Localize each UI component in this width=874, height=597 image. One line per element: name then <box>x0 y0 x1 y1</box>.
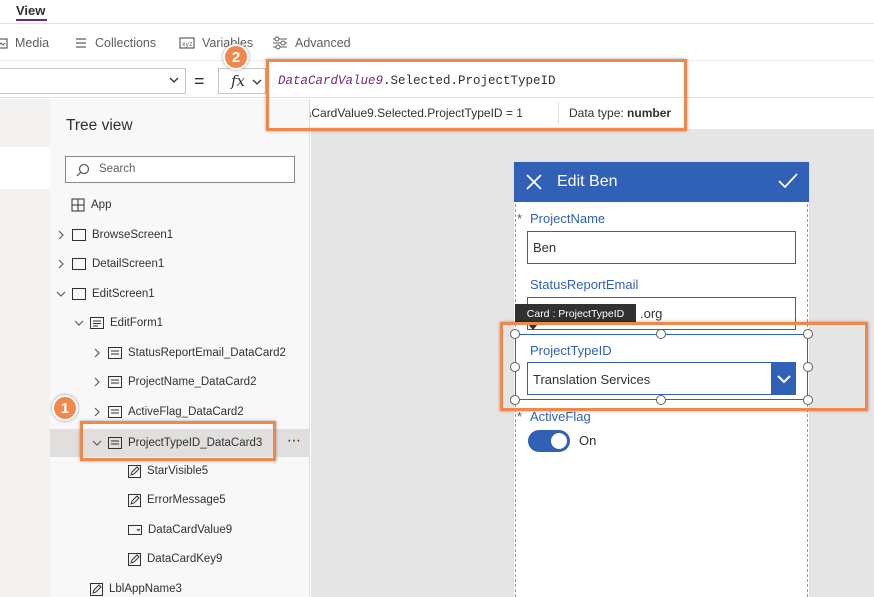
tree-node-label: EditScreen1 <box>92 288 155 300</box>
toggle-knob <box>551 433 567 449</box>
card-icon <box>108 406 122 418</box>
tree-node-label: DetailScreen1 <box>92 258 165 270</box>
label-edit-icon <box>128 464 141 478</box>
media-button[interactable]: Media <box>0 35 49 51</box>
chevron-right-icon <box>58 230 64 240</box>
label-edit-icon <box>90 582 103 596</box>
tree-node-label: LblAppName3 <box>109 583 182 595</box>
search-icon <box>76 163 90 177</box>
advanced-icon <box>273 36 287 50</box>
tree-node-editform1[interactable]: EditForm1 <box>72 313 163 333</box>
view-tab[interactable]: View <box>16 3 45 18</box>
ribbon: Media Collections xyz Variables Advanced <box>0 25 874 61</box>
card-icon <box>108 347 122 359</box>
property-dropdown[interactable] <box>0 68 186 94</box>
collections-button[interactable]: Collections <box>74 35 156 51</box>
active-flag-toggle[interactable] <box>528 430 570 452</box>
tree-node-label: App <box>91 199 112 211</box>
step-2-badge: 2 <box>223 44 249 70</box>
chevron-right-icon <box>58 259 64 269</box>
tree-view-title: Tree view <box>66 117 133 134</box>
tree-node-label: ProjectName_DataCard2 <box>128 376 257 388</box>
tree-node-statusreportemail-datacard2[interactable]: StatusReportEmail_DataCard2 <box>90 343 286 363</box>
chevron-down-icon <box>169 77 179 83</box>
label-edit-icon <box>128 552 141 566</box>
tree-node-label: StatusReportEmail_DataCard2 <box>128 347 286 359</box>
advanced-label: Advanced <box>295 36 351 50</box>
fx-icon: fx <box>231 72 246 90</box>
label-edit-icon <box>128 493 141 507</box>
chevron-right-icon <box>94 407 100 417</box>
left-rail-selected[interactable] <box>0 147 50 189</box>
media-icon <box>0 38 8 49</box>
status-email-label: StatusReportEmail <box>530 277 639 292</box>
variables-icon: xyz <box>179 37 195 49</box>
checkmark-icon[interactable] <box>778 173 798 189</box>
card-highlight-box <box>500 322 868 411</box>
tree-node-datacardvalue9[interactable]: DataCardValue9 <box>128 520 232 540</box>
screen-icon <box>72 229 86 241</box>
svg-text:xyz: xyz <box>182 41 192 48</box>
chevron-down-icon <box>252 79 262 85</box>
collections-label: Collections <box>95 36 157 50</box>
tree-node-label: DataCardKey9 <box>147 553 223 565</box>
fx-button[interactable]: fx <box>218 68 266 94</box>
chevron-down-icon <box>74 320 84 326</box>
formula-highlight-box <box>266 59 687 131</box>
view-tab-underline <box>16 19 47 21</box>
required-star: * <box>517 409 523 424</box>
screen-icon <box>72 258 86 270</box>
tree-view-pane: Tree view Search App BrowseScreen1 Detai… <box>50 99 310 597</box>
tree-node-label: DataCardValue9 <box>148 524 233 536</box>
search-placeholder: Search <box>99 163 136 175</box>
tree-node-detailscreen1[interactable]: DetailScreen1 <box>54 254 164 274</box>
tree-node-browsescreen1[interactable]: BrowseScreen1 <box>54 225 173 245</box>
card-tooltip: Card : ProjectTypeID <box>515 304 636 324</box>
app-icon <box>71 198 85 212</box>
card-icon <box>108 376 122 388</box>
dropdown-control-icon <box>128 525 142 535</box>
project-name-label: ProjectName <box>530 211 606 226</box>
tree-node-app[interactable]: App <box>71 195 111 215</box>
tree-node-datacardkey9[interactable]: DataCardKey9 <box>128 549 222 569</box>
active-flag-value: On <box>579 433 597 448</box>
tree-node-label: BrowseScreen1 <box>92 229 174 241</box>
tree-node-highlight-box <box>80 421 276 461</box>
chevron-down-icon <box>56 291 66 297</box>
form-title: Edit Ben <box>557 173 618 190</box>
tree-node-label: ActiveFlag_DataCard2 <box>128 406 244 418</box>
step-1-badge: 1 <box>52 395 78 421</box>
tree-node-label: ErrorMessage5 <box>147 494 226 506</box>
screen-icon <box>72 288 86 300</box>
close-icon[interactable] <box>526 174 542 190</box>
form-icon <box>90 317 104 329</box>
required-star: * <box>517 211 523 226</box>
project-name-input[interactable]: Ben <box>527 231 796 264</box>
menu-bar: View <box>0 0 874 24</box>
chevron-right-icon <box>94 348 100 358</box>
tree-node-starvisible5[interactable]: StarVisible5 <box>128 461 208 481</box>
tree-node-editscreen1[interactable]: EditScreen1 <box>54 284 155 304</box>
tree-node-lblappname3[interactable]: LblAppName3 <box>90 579 182 597</box>
tree-node-label: StarVisible5 <box>147 465 209 477</box>
media-label: Media <box>15 36 50 50</box>
chevron-right-icon <box>94 377 100 387</box>
equals-sign: = <box>194 71 205 91</box>
tree-search-box[interactable]: Search <box>65 156 295 183</box>
more-options-button[interactable]: ⋯ <box>287 432 302 449</box>
tree-node-label: EditForm1 <box>110 317 164 329</box>
active-flag-label: ActiveFlag <box>530 409 591 424</box>
tree-node-projectname-datacard2[interactable]: ProjectName_DataCard2 <box>90 372 256 392</box>
tree-node-activeflag-datacard2[interactable]: ActiveFlag_DataCard2 <box>90 402 244 422</box>
collections-icon <box>76 38 86 48</box>
form-header: Edit Ben <box>514 162 809 202</box>
advanced-button[interactable]: Advanced <box>272 35 351 51</box>
tree-node-errormessage5[interactable]: ErrorMessage5 <box>128 490 226 510</box>
left-rail <box>0 99 50 597</box>
